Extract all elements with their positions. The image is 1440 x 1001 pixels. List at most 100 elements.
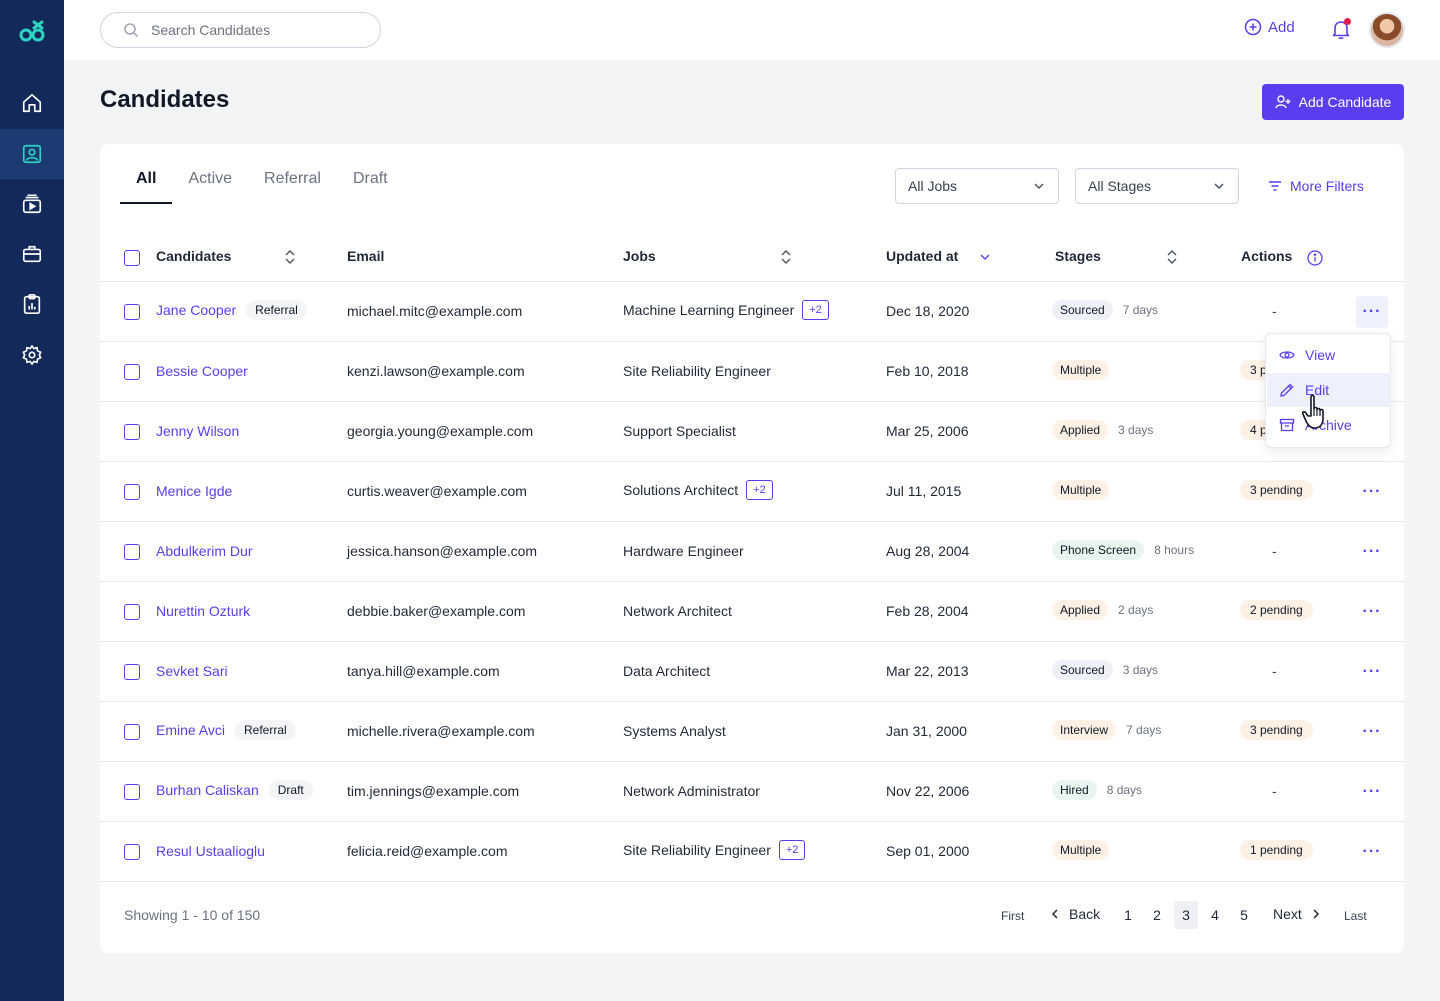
row-checkbox[interactable]	[124, 844, 140, 860]
select-all-checkbox[interactable]	[124, 250, 140, 266]
info-icon[interactable]	[1307, 250, 1323, 266]
tab-active[interactable]: Active	[172, 170, 248, 204]
user-avatar[interactable]	[1369, 12, 1405, 48]
more-filters-button[interactable]: More Filters	[1268, 178, 1364, 194]
search-box[interactable]	[100, 12, 381, 48]
pencil-icon	[1280, 383, 1294, 397]
nav-home[interactable]	[0, 78, 64, 128]
pager-page[interactable]: 4	[1203, 901, 1227, 929]
top-add-button[interactable]: Add	[1244, 18, 1295, 36]
candidate-name-link[interactable]: Nurettin Ozturk	[156, 603, 250, 619]
stage-badge: Applied	[1052, 420, 1109, 440]
candidate-name-link[interactable]: Menice Igde	[156, 483, 232, 499]
candidate-name-link[interactable]: Bessie Cooper	[156, 363, 248, 379]
col-candidates: Candidates	[156, 248, 232, 264]
pending-empty: -	[1272, 303, 1277, 319]
candidate-name-link[interactable]: Emine Avci	[156, 722, 225, 738]
row-checkbox[interactable]	[124, 604, 140, 620]
tab-draft[interactable]: Draft	[337, 170, 404, 204]
pager-next[interactable]: Next	[1273, 906, 1322, 922]
col-actions: Actions	[1241, 248, 1293, 264]
candidate-name-link[interactable]: Burhan Caliskan	[156, 782, 259, 798]
row-actions-button[interactable]: ···	[1356, 776, 1388, 808]
nav-videos[interactable]	[0, 179, 64, 229]
email-cell: tim.jennings@example.com	[347, 783, 520, 799]
nav-reports[interactable]	[0, 279, 64, 329]
tab-referral[interactable]: Referral	[248, 170, 337, 204]
sort-icon[interactable]	[1165, 249, 1179, 265]
candidate-name-link[interactable]: Jane Cooper	[156, 302, 236, 318]
candidate-name-link[interactable]: Abdulkerim Dur	[156, 543, 252, 559]
stage-duration: 3 days	[1122, 663, 1159, 677]
sort-desc-icon[interactable]	[978, 249, 992, 265]
pager-first[interactable]: First	[1001, 909, 1024, 923]
row-checkbox[interactable]	[124, 664, 140, 680]
search-input[interactable]	[151, 22, 351, 38]
pager-page[interactable]: 5	[1232, 901, 1256, 929]
stage-cell: Multiple	[1052, 840, 1110, 860]
extra-jobs-badge[interactable]: +2	[746, 480, 773, 500]
add-candidate-button[interactable]: Add Candidate	[1262, 84, 1404, 120]
candidate-name-link[interactable]: Jenny Wilson	[156, 423, 239, 439]
stage-duration: 7 days	[1126, 723, 1162, 737]
extra-jobs-badge[interactable]: +2	[802, 300, 829, 320]
stages-filter-select[interactable]: All Stages	[1075, 168, 1239, 204]
menu-view[interactable]: View	[1267, 338, 1391, 372]
chevron-down-icon	[1214, 183, 1224, 190]
jobs-filter-select[interactable]: All Jobs	[895, 168, 1059, 204]
sort-icon[interactable]	[283, 249, 297, 265]
nav-settings[interactable]	[0, 330, 64, 380]
row-checkbox[interactable]	[124, 724, 140, 740]
row-actions-button[interactable]: ···	[1356, 536, 1388, 568]
notifications-button[interactable]	[1330, 18, 1352, 40]
row-actions-button[interactable]: ···	[1356, 476, 1388, 508]
app-logo[interactable]	[18, 18, 46, 46]
updated-cell: Sep 01, 2000	[886, 843, 970, 859]
pager-page[interactable]: 1	[1116, 901, 1140, 929]
pager-back[interactable]: Back	[1049, 906, 1100, 922]
nav-candidates[interactable]	[0, 129, 64, 179]
more-filters-label: More Filters	[1290, 178, 1364, 194]
pager-page-current[interactable]: 3	[1174, 901, 1198, 929]
candidate-name-link[interactable]: Resul Ustaalioglu	[156, 843, 265, 859]
pending-badge: 3 pending	[1240, 720, 1313, 740]
candidates-card: All Active Referral Draft All Jobs All S…	[100, 144, 1404, 953]
row-actions-button[interactable]: ···	[1356, 716, 1388, 748]
candidate-cell: Emine Avci Referral	[156, 720, 296, 741]
row-checkbox[interactable]	[124, 484, 140, 500]
job-title: Machine Learning Engineer	[623, 302, 795, 318]
updated-cell: Mar 22, 2013	[886, 663, 969, 679]
row-checkbox[interactable]	[124, 544, 140, 560]
gear-icon	[22, 345, 42, 365]
row-checkbox[interactable]	[124, 364, 140, 380]
row-actions-button[interactable]: ···	[1356, 656, 1388, 688]
table-row: Sevket Sari tanya.hill@example.com Data …	[100, 642, 1404, 702]
candidate-cell: Burhan Caliskan Draft	[156, 780, 313, 801]
extra-jobs-badge[interactable]: +2	[778, 840, 806, 860]
row-checkbox[interactable]	[124, 784, 140, 800]
archive-icon	[1279, 418, 1295, 432]
showing-count: Showing 1 - 10 of 150	[124, 907, 261, 923]
more-icon: ···	[1362, 303, 1382, 320]
tab-all[interactable]: All	[120, 170, 173, 204]
candidate-tag: Draft	[268, 780, 313, 800]
stage-duration: 8 hours	[1154, 543, 1195, 557]
pager-page[interactable]: 2	[1145, 901, 1169, 929]
row-checkbox[interactable]	[124, 304, 140, 320]
row-actions-button[interactable]: ···	[1356, 296, 1388, 328]
more-icon: ···	[1362, 483, 1382, 500]
pending-badge: 1 pending	[1240, 840, 1313, 860]
nav-jobs[interactable]	[0, 229, 64, 279]
row-actions-button[interactable]: ···	[1356, 836, 1388, 868]
row-actions-button[interactable]: ···	[1356, 596, 1388, 628]
candidate-cell: Sevket Sari	[156, 663, 228, 679]
candidate-cell: Resul Ustaalioglu	[156, 843, 265, 859]
home-icon	[22, 93, 42, 113]
row-checkbox[interactable]	[124, 424, 140, 440]
candidate-name-link[interactable]: Sevket Sari	[156, 663, 228, 679]
sort-icon[interactable]	[779, 249, 793, 265]
pager-last[interactable]: Last	[1344, 909, 1367, 923]
stage-cell: Phone Screen 8 hours	[1052, 540, 1194, 560]
more-icon: ···	[1362, 783, 1382, 800]
email-cell: felicia.reid@example.com	[347, 843, 508, 859]
